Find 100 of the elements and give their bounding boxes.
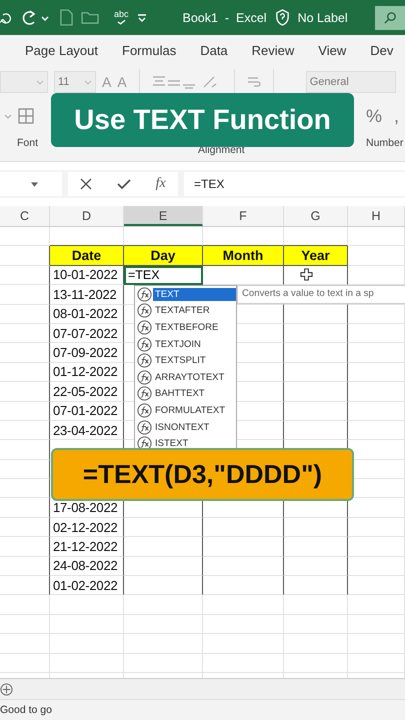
- table-cell: [348, 556, 405, 576]
- comma-style-button[interactable]: ,: [394, 106, 399, 126]
- wrap-text-icon[interactable]: [246, 75, 261, 89]
- table-cell: [284, 382, 348, 402]
- function-suggestion[interactable]: ISTEXT: [153, 437, 236, 450]
- ribbon-tab[interactable]: Formulas: [122, 42, 176, 58]
- table-cell: [348, 227, 405, 246]
- table-cell: [0, 420, 50, 440]
- table-cell: 24-08-2022: [50, 556, 124, 576]
- group-label: Number: [366, 137, 404, 149]
- table-cell: [348, 537, 405, 557]
- ribbon-tab[interactable]: Dev: [370, 42, 394, 58]
- function-suggestion[interactable]: BAHTTEXT: [153, 387, 236, 400]
- table-cell: [0, 556, 50, 576]
- table-cell: [0, 576, 50, 596]
- table-header-cell: Day: [124, 246, 203, 266]
- table-cell: [0, 614, 50, 634]
- table-cell: [348, 362, 405, 382]
- sensitivity-label[interactable]: No Label: [298, 10, 348, 24]
- table-cell: [0, 654, 50, 673]
- table-cell: 07-07-2022: [50, 324, 124, 344]
- table-cell: [348, 576, 405, 596]
- table-cell: [348, 343, 405, 363]
- function-suggestion[interactable]: FORMULATEXT: [153, 404, 236, 417]
- active-cell[interactable]: =TEX: [124, 266, 203, 286]
- function-icon: [137, 336, 152, 352]
- new-document-icon[interactable]: [60, 9, 73, 26]
- number-format-box[interactable]: General: [306, 71, 396, 93]
- column-header[interactable]: H: [348, 206, 405, 226]
- ribbon-tab[interactable]: Data: [200, 42, 228, 58]
- function-suggestion[interactable]: ARRAYTOTEXT: [153, 370, 236, 384]
- folder-icon[interactable]: [81, 10, 100, 25]
- insert-function-button[interactable]: fx: [156, 176, 166, 192]
- function-suggestion[interactable]: ISNONTEXT: [153, 420, 236, 434]
- ribbon-tab[interactable]: View: [318, 42, 346, 58]
- table-cell: [0, 227, 50, 246]
- table-cell: [0, 343, 50, 363]
- column-header[interactable]: F: [203, 206, 284, 226]
- status-text: Good to go: [0, 704, 52, 716]
- customize-caret-icon[interactable]: [136, 12, 147, 22]
- table-cell: [348, 654, 405, 673]
- table-cell: 10-01-2022: [50, 266, 124, 286]
- table-cell: [0, 498, 50, 518]
- table-cell: [0, 324, 50, 344]
- table-cell: [348, 382, 405, 402]
- table-cell: 02-12-2022: [50, 518, 124, 538]
- ribbon-tab[interactable]: Review: [252, 42, 294, 58]
- caret-icon[interactable]: [4, 114, 12, 118]
- table-cell: [348, 402, 405, 421]
- function-suggestion[interactable]: TEXT: [153, 288, 236, 301]
- table-cell: 13-11-2022: [50, 285, 124, 305]
- column-header[interactable]: C: [0, 206, 50, 226]
- table-cell: [284, 556, 348, 576]
- function-suggestion[interactable]: TEXTAFTER: [153, 304, 236, 318]
- table-cell: [284, 576, 348, 596]
- table-cell: [348, 324, 405, 344]
- borders-icon[interactable]: [18, 108, 34, 124]
- function-suggestion[interactable]: TEXTBEFORE: [153, 320, 236, 334]
- table-cell: 21-12-2022: [50, 537, 124, 557]
- table-cell: 01-02-2022: [50, 576, 124, 596]
- caption-banner: Use TEXT Function: [51, 93, 354, 147]
- function-icon: [137, 303, 152, 318]
- table-cell: [348, 634, 405, 654]
- table-cell: [348, 246, 405, 266]
- table-cell: [0, 402, 50, 421]
- function-icon: [137, 420, 152, 435]
- table-cell: [284, 614, 348, 634]
- function-tooltip: Converts a value to text in a sp: [237, 285, 405, 304]
- shield-icon: [274, 9, 290, 26]
- percent-button[interactable]: %: [366, 106, 382, 126]
- table-cell: [0, 362, 50, 382]
- table-header-cell: Year: [284, 246, 348, 266]
- table-cell: [348, 518, 405, 538]
- spelling-button[interactable]: abc: [114, 10, 129, 25]
- table-cell: [0, 518, 50, 538]
- align-icon[interactable]: [152, 75, 196, 89]
- search-box[interactable]: [375, 6, 405, 30]
- column-header[interactable]: E: [124, 206, 203, 226]
- add-sheet-icon[interactable]: [0, 682, 13, 696]
- group-label: Font: [17, 137, 38, 149]
- cancel-icon[interactable]: [80, 178, 92, 190]
- table-cell: [0, 285, 50, 305]
- table-cell: [0, 595, 50, 615]
- function-suggestion[interactable]: TEXTJOIN: [153, 338, 236, 351]
- function-suggestion[interactable]: TEXTSPLIT: [153, 354, 236, 368]
- check-icon[interactable]: [116, 178, 131, 190]
- ribbon-tab[interactable]: Page Layout: [25, 42, 98, 58]
- column-header[interactable]: G: [284, 206, 348, 226]
- formula-input[interactable]: =TEX: [184, 172, 405, 196]
- table-cell: [284, 362, 348, 382]
- caption-banner: =TEXT(D3,"DDDD"): [51, 448, 354, 501]
- search-icon: [384, 11, 396, 24]
- font-size-box[interactable]: 11: [54, 71, 96, 93]
- table-cell: 07-09-2022: [50, 343, 124, 363]
- table-cell: [0, 304, 50, 324]
- function-icon: [137, 402, 152, 418]
- table-cell: 07-01-2022: [50, 402, 124, 421]
- table-cell: [0, 460, 50, 480]
- table-cell: [284, 634, 348, 654]
- function-icon: [137, 386, 152, 402]
